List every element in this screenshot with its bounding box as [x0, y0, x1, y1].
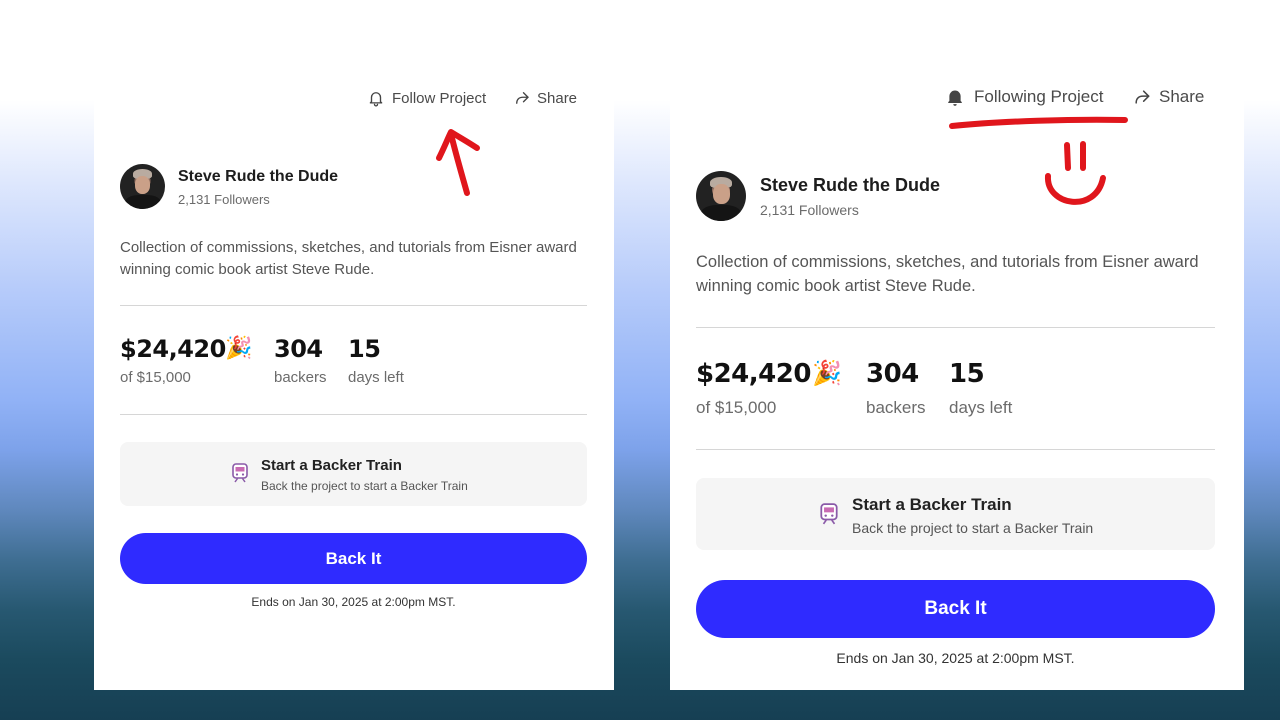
- bell-filled-icon: [945, 87, 965, 107]
- backers-label: backers: [866, 398, 926, 417]
- creator-name[interactable]: Steve Rude the Dude: [760, 175, 940, 196]
- follow-project-button[interactable]: Follow Project: [367, 87, 486, 109]
- backer-train-title: Start a Backer Train: [261, 457, 402, 474]
- train-icon: [231, 463, 249, 483]
- backers-label: backers: [274, 369, 327, 386]
- backers-count: 304: [866, 359, 919, 389]
- backer-train-subtitle: Back the project to start a Backer Train: [852, 520, 1094, 536]
- project-description: Collection of commissions, sketches, and…: [696, 253, 1199, 295]
- divider: [120, 305, 587, 306]
- bell-outline-icon: [367, 89, 385, 107]
- backer-train-box[interactable]: Start a Backer Train Back the project to…: [120, 442, 587, 506]
- share-label: Share: [537, 89, 578, 107]
- pledged-amount: $24,420: [120, 335, 226, 363]
- annotation-arrow-up: [436, 129, 480, 196]
- project-card-before: Follow Project Share Steve Rude the Dude…: [94, 52, 614, 690]
- following-project-label: Following Project: [974, 87, 1104, 106]
- annotation-underline: [949, 116, 1128, 129]
- followers-count: 2,131 Followers: [178, 192, 270, 207]
- ends-date-text: Ends on Jan 30, 2025 at 2:00pm MST.: [836, 650, 1075, 666]
- creator-name[interactable]: Steve Rude the Dude: [178, 168, 338, 186]
- share-arrow-icon: [1132, 87, 1152, 107]
- project-description: Collection of commissions, sketches, and…: [120, 239, 577, 278]
- share-button[interactable]: Share: [513, 87, 577, 109]
- follow-project-label: Follow Project: [392, 89, 487, 107]
- goal-amount: of $15,000: [120, 369, 191, 386]
- share-label: Share: [1159, 87, 1205, 106]
- divider: [696, 449, 1215, 450]
- divider: [696, 327, 1215, 328]
- party-popper-icon: 🎉: [225, 335, 253, 360]
- days-left-count: 15: [949, 359, 985, 389]
- days-left-count: 15: [348, 335, 381, 363]
- pledged-amount: $24,420: [696, 359, 811, 389]
- backer-train-title: Start a Backer Train: [852, 495, 1012, 514]
- party-popper-icon: 🎉: [812, 360, 842, 387]
- backer-train-subtitle: Back the project to start a Backer Train: [261, 479, 468, 493]
- avatar[interactable]: [696, 171, 746, 221]
- share-arrow-icon: [513, 89, 531, 107]
- back-it-button[interactable]: Back It: [120, 533, 587, 584]
- backers-count: 304: [274, 335, 323, 363]
- share-button[interactable]: Share: [1132, 85, 1204, 109]
- ends-date-text: Ends on Jan 30, 2025 at 2:00pm MST.: [251, 595, 456, 609]
- backer-train-box[interactable]: Start a Backer Train Back the project to…: [696, 478, 1215, 550]
- divider: [120, 414, 587, 415]
- project-card-after: Following Project Share Steve Rude the D…: [670, 52, 1244, 690]
- days-left-label: days left: [949, 398, 1013, 417]
- following-project-button[interactable]: Following Project: [945, 85, 1103, 109]
- days-left-label: days left: [348, 369, 404, 386]
- back-it-button[interactable]: Back It: [696, 580, 1215, 638]
- followers-count: 2,131 Followers: [760, 202, 859, 218]
- annotation-smiley: [1045, 141, 1106, 205]
- goal-amount: of $15,000: [696, 398, 777, 417]
- avatar[interactable]: [120, 164, 165, 209]
- train-icon: [819, 503, 839, 525]
